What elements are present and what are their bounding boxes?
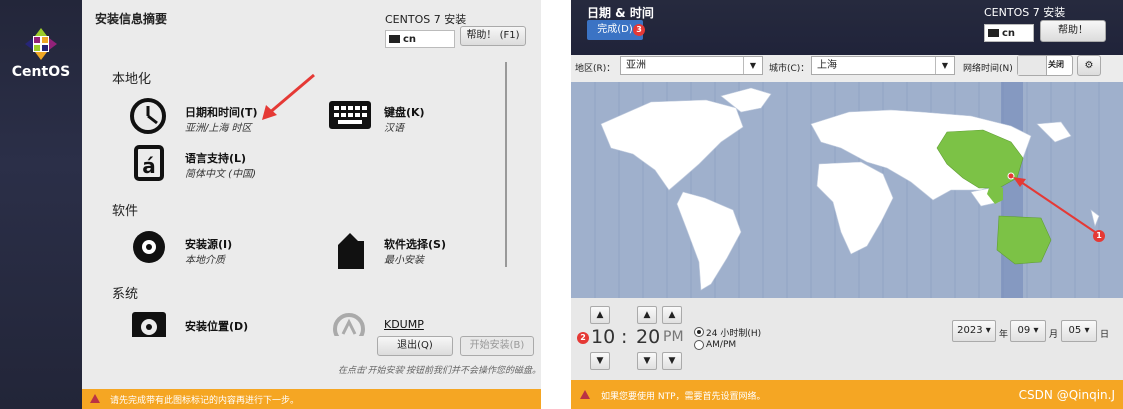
keyboard-icon [329, 101, 371, 129]
ampm-display: PM [663, 329, 684, 345]
help-button[interactable]: 帮助！ (F1) [460, 26, 526, 46]
gear-icon[interactable]: ⚙ [1077, 55, 1101, 76]
keyboard-layout-label: cn [1002, 28, 1016, 39]
hour-up-button[interactable]: ▲ [590, 306, 610, 324]
region-label: 地区(R)： [575, 64, 616, 74]
ampm-down-button[interactable]: ▼ [662, 352, 682, 370]
time-separator: : [621, 326, 628, 348]
hour-display: 10 [591, 326, 616, 348]
ntp-toggle[interactable]: 关闭 [1017, 55, 1073, 76]
warning-bar: 请先完成带有此图标标记的内容再进行下一步。 [82, 389, 541, 409]
minute-up-button[interactable]: ▲ [637, 306, 657, 324]
warning-icon [90, 394, 100, 403]
spoke-language-title: 语言支持(L) [185, 152, 247, 165]
quit-button[interactable]: 退出(Q) [377, 336, 453, 356]
city-value: 上海 [817, 60, 837, 71]
format-24h-radio[interactable] [694, 327, 704, 337]
city-select[interactable]: 上海 ▼ [811, 56, 955, 75]
keyboard-indicator[interactable]: cn [385, 30, 455, 48]
spoke-datetime-status: 亚洲/上海 时区 [185, 123, 252, 134]
annotation-badge: 1 [1093, 230, 1105, 242]
spoke-source-status: 本地介质 [185, 255, 225, 266]
product-title: CENTOS 7 安装 [385, 13, 467, 26]
year-select[interactable]: 2023 ▾ [952, 320, 996, 342]
location-pin-icon [1007, 172, 1015, 180]
year-label: 年 [999, 330, 1009, 340]
keyboard-small-icon [389, 35, 400, 43]
page-title: 日期 & 时间 [587, 6, 654, 20]
keyboard-indicator[interactable]: cn [984, 24, 1034, 42]
spoke-source-title: 安装源(I) [185, 238, 233, 251]
page-title: 安装信息摘要 [95, 12, 168, 26]
disc-icon [133, 231, 165, 263]
begin-install-button[interactable]: 开始安装(B) [460, 336, 534, 356]
ntp-state: 关闭 [1048, 60, 1064, 69]
spoke-keyboard-status: 汉语 [384, 123, 404, 134]
spoke-software-status: 最小安装 [384, 255, 424, 266]
section-software: 软件 [112, 204, 139, 219]
year-value: 2023 [957, 325, 983, 336]
month-select[interactable]: 09 ▾ [1010, 320, 1046, 342]
format-ampm-label: AM/PM [706, 340, 737, 350]
spoke-destination-title: 安装位置(D) [185, 320, 249, 333]
watermark: CSDN @Qinqin.J [1018, 388, 1115, 402]
hour-down-button[interactable]: ▼ [590, 352, 610, 370]
day-select[interactable]: 05 ▾ [1061, 320, 1097, 342]
warning-text: 请先完成带有此图标标记的内容再进行下一步。 [110, 396, 300, 406]
section-system: 系统 [112, 287, 139, 302]
region-select[interactable]: 亚洲 ▼ [620, 56, 763, 75]
annotation-arrow-icon [262, 73, 315, 120]
header-bar: 日期 & 时间 完成(D) 3 CENTOS 7 安装 cn 帮助！ [571, 0, 1123, 55]
chevron-down-icon: ▼ [743, 57, 762, 74]
section-localization: 本地化 [112, 72, 152, 87]
product-title: CENTOS 7 安装 [984, 6, 1066, 19]
month-label: 月 [1049, 330, 1059, 340]
ampm-up-button[interactable]: ▲ [662, 306, 682, 324]
spoke-language-status: 简体中文 (中国) [185, 169, 256, 180]
warning-icon [580, 390, 590, 399]
kdump-icon [333, 313, 365, 336]
spoke-kdump-title: KDUMP [384, 318, 424, 331]
svg-text:á: á [142, 154, 156, 178]
clock-icon [130, 98, 166, 134]
package-icon [338, 233, 364, 269]
sidebar: CentOS [0, 0, 82, 409]
annotation-badge: 2 [577, 332, 589, 344]
city-label: 城市(C)： [769, 64, 810, 74]
time-panel: ▲ ▲ ▲ 2 10 : 20 PM ▼ ▼ ▼ 24 小时制(H) AM/PM… [571, 298, 1123, 380]
language-icon: á [134, 145, 164, 181]
datetime-window: 日期 & 时间 完成(D) 3 CENTOS 7 安装 cn 帮助！ 地区(R)… [571, 0, 1123, 409]
spoke-keyboard-title: 键盘(K) [384, 106, 425, 119]
ntp-toggle-knob [1018, 56, 1047, 75]
format-ampm-radio[interactable] [694, 340, 704, 350]
warning-text: 如果您要使用 NTP，需要首先设置网络。 [601, 392, 766, 402]
chevron-down-icon: ▼ [935, 57, 954, 74]
keyboard-layout-label: cn [403, 34, 417, 45]
scrollbar[interactable] [505, 62, 507, 267]
day-value: 05 [1068, 325, 1082, 336]
spoke-software-title: 软件选择(S) [384, 238, 446, 251]
day-label: 日 [1100, 330, 1110, 340]
logo-text: CentOS [11, 64, 71, 80]
footer-note: 在点击'开始安装'按钮前我们并不会操作您的磁盘。 [338, 366, 541, 376]
minute-down-button[interactable]: ▼ [637, 352, 657, 370]
step-badge: 3 [633, 24, 645, 36]
region-value: 亚洲 [626, 60, 646, 71]
spoke-datetime-title: 日期和时间(T) [185, 106, 258, 119]
minute-display: 20 [636, 326, 661, 348]
timezone-map[interactable]: 1 [571, 82, 1123, 298]
ntp-label: 网络时间(N) [963, 64, 1013, 74]
centos-logo-icon [25, 28, 57, 60]
month-value: 09 [1017, 325, 1031, 336]
installation-summary-window: CentOS 安装信息摘要 CENTOS 7 安装 cn 帮助！ (F1) 本地… [0, 0, 541, 409]
help-button[interactable]: 帮助！ [1040, 20, 1106, 42]
format-24h-label: 24 小时制(H) [706, 329, 762, 339]
world-map [594, 82, 1100, 298]
warning-bar: 如果您要使用 NTP，需要首先设置网络。 CSDN @Qinqin.J [571, 380, 1123, 409]
keyboard-small-icon [988, 29, 999, 37]
disk-icon [132, 312, 166, 337]
